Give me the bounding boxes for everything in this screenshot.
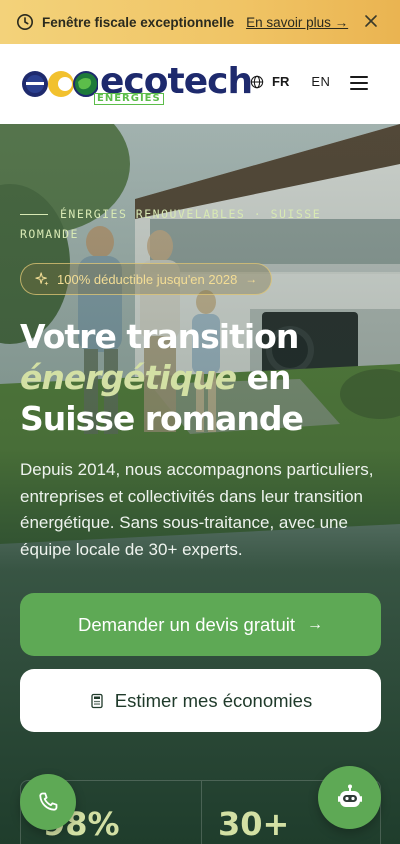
request-quote-label: Demander un devis gratuit <box>78 613 295 635</box>
calculator-icon <box>91 693 103 708</box>
hero-eyebrow: ÉNERGIES RENOUVELABLES · SUISSE ROMANDE <box>20 204 360 244</box>
estimate-savings-button[interactable]: Estimer mes économies <box>20 669 381 732</box>
language-fr[interactable]: FR <box>272 74 289 89</box>
hero-title-line1: Votre transition <box>20 317 299 356</box>
arrow-right-icon: → <box>306 615 323 633</box>
language-switcher: FR EN <box>250 74 330 89</box>
arrow-right-icon: → <box>245 272 258 286</box>
badge-label: 100% déductible jusqu'en 2028 <box>57 271 238 287</box>
estimate-savings-label: Estimer mes économies <box>114 689 313 711</box>
eyebrow-line <box>20 214 48 215</box>
announcement-message: Fenêtre fiscale exceptionnelle <box>42 14 235 30</box>
hero-title-line3: Suisse romande <box>20 399 304 438</box>
stat-value-2: 30+ <box>218 805 290 843</box>
site-header: ecotech ENERGIES FR EN <box>0 44 400 124</box>
hamburger-icon[interactable] <box>350 76 368 92</box>
ecotech-logo[interactable]: ecotech ENERGIES <box>20 62 253 106</box>
hero-title: Votre transition énergétique en Suisse r… <box>20 316 390 439</box>
hero-lead: Depuis 2014, nous accompagnons particuli… <box>20 460 374 559</box>
clock-icon <box>16 13 34 31</box>
call-button[interactable] <box>20 774 76 830</box>
tax-deduction-badge[interactable]: 100% déductible jusqu'en 2028 → <box>20 263 273 295</box>
logo-eco-graphic <box>22 71 98 97</box>
phone-icon <box>39 792 58 811</box>
close-icon[interactable] <box>364 14 378 28</box>
learn-more-link[interactable]: En savoir plus → <box>246 15 348 30</box>
globe-icon <box>250 75 264 88</box>
hero-section: ÉNERGIES RENOUVELABLES · SUISSE ROMANDE … <box>0 124 400 844</box>
stats-divider <box>201 781 202 844</box>
sparkle-icon <box>35 272 49 286</box>
language-en[interactable]: EN <box>311 74 330 89</box>
eyebrow-text: ÉNERGIES RENOUVELABLES · SUISSE ROMANDE <box>20 207 322 241</box>
announcement-bar: Fenêtre fiscale exceptionnelle En savoir… <box>0 0 400 44</box>
logo-subtitle: ENERGIES <box>94 93 164 105</box>
chatbot-button[interactable] <box>318 766 381 829</box>
request-quote-button[interactable]: Demander un devis gratuit → <box>20 593 381 656</box>
hero-title-after-accent: en <box>236 358 292 397</box>
hero-title-accent: énergétique <box>20 358 237 397</box>
robot-icon <box>337 784 362 807</box>
